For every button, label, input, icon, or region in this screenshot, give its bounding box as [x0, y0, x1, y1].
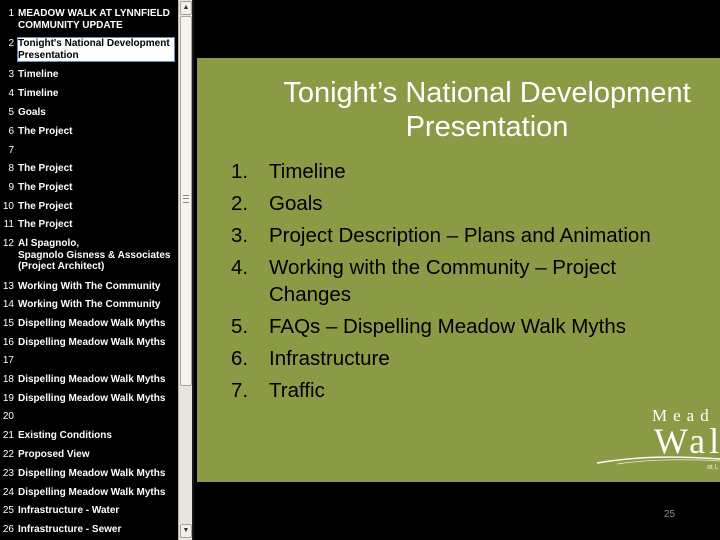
- grip-icon: [183, 195, 189, 203]
- outline-item-number: 11: [3, 219, 14, 230]
- outline-item-title: Timeline: [18, 69, 59, 80]
- agenda-item-text: Goals: [269, 192, 323, 215]
- outline-scrollbar[interactable]: ▲ ▼: [178, 0, 192, 540]
- outline-item-number: 16: [2, 337, 14, 348]
- outline-item-number: 3: [8, 69, 14, 80]
- agenda-item-number: 1.: [231, 160, 249, 183]
- scroll-thumb[interactable]: [180, 16, 192, 386]
- agenda-item-number: 7.: [231, 379, 249, 402]
- arrow-up-icon: ▲: [182, 4, 190, 11]
- outline-item-number: 10: [2, 201, 14, 212]
- outline-item-title: The Project: [18, 163, 73, 174]
- agenda-item-text: Infrastructure: [269, 347, 390, 370]
- outline-item-title: Goals: [18, 107, 46, 118]
- outline-item-title: Working With The Community: [18, 281, 161, 292]
- outline-item-number: 24: [2, 487, 14, 498]
- outline-item-title: Dispelling Meadow Walk Myths: [18, 337, 166, 348]
- slide-outline-pane: 1 MEADOW WALK AT LYNNFIELD COMMUNITY UPDA…: [0, 0, 178, 540]
- outline-item-number: 13: [2, 281, 14, 292]
- outline-item-title: Timeline: [18, 88, 59, 99]
- outline-item-number: 7: [8, 145, 14, 156]
- outline-item-title: Dispelling Meadow Walk Myths: [18, 318, 166, 329]
- outline-item-title: Infrastructure - Sewer: [18, 524, 122, 535]
- pane-divider[interactable]: [192, 0, 194, 540]
- slide-canvas: Tonight’s National Development Presentat…: [197, 58, 720, 482]
- outline-item-title: Dispelling Meadow Walk Myths: [18, 393, 166, 404]
- agenda-item-text: Traffic: [269, 379, 325, 402]
- outline-item-number: 8: [8, 163, 14, 174]
- outline-item-number: 2: [8, 38, 14, 49]
- outline-item-title: Working With The Community: [18, 299, 161, 310]
- outline-item-number: 12: [2, 238, 14, 249]
- outline-item-title: Tonight's National Development Presentat…: [17, 37, 175, 62]
- agenda-item-text: Timeline: [269, 160, 346, 183]
- arrow-down-icon: ▼: [182, 527, 190, 534]
- outline-item-number: 20: [2, 411, 14, 422]
- scroll-up-button[interactable]: ▲: [180, 1, 192, 15]
- logo-swoosh-icon: [597, 456, 720, 465]
- outline-item-title: The Project: [18, 182, 73, 193]
- outline-item-title: Dispelling Meadow Walk Myths: [18, 374, 166, 385]
- outline-item-title: Existing Conditions: [18, 430, 112, 441]
- scroll-down-button[interactable]: ▼: [180, 524, 192, 538]
- slide-title: Tonight’s National Development Presentat…: [283, 77, 691, 143]
- outline-item-number: 9: [8, 182, 14, 193]
- outline-item-title: Infrastructure - Water: [18, 505, 120, 516]
- outline-item-title: The Project: [18, 126, 73, 137]
- page-number: 25: [664, 509, 676, 520]
- agenda-item-text: FAQs – Dispelling Meadow Walk Myths: [269, 315, 626, 338]
- outline-item-number: 6: [8, 126, 14, 137]
- outline-item-number: 5: [8, 107, 14, 118]
- outline-item-title: Dispelling Meadow Walk Myths: [18, 468, 166, 479]
- outline-item-number: 26: [2, 524, 14, 535]
- agenda-item-number: 4.: [231, 256, 249, 279]
- outline-item-number: 21: [2, 430, 14, 441]
- outline-item-number: 22: [2, 449, 14, 460]
- agenda-item-text: Project Description – Plans and Animatio…: [269, 224, 651, 247]
- outline-item-title: Al Spagnolo, Spagnolo Gisness & Associat…: [18, 238, 171, 272]
- agenda-item-number: 3.: [231, 224, 249, 247]
- outline-item-number: 14: [2, 299, 14, 310]
- outline-item-number: 1: [8, 8, 14, 19]
- agenda-item-number: 2.: [231, 192, 249, 215]
- outline-item-number: 15: [2, 318, 14, 329]
- outline-item-number: 25: [2, 505, 14, 516]
- outline-item-number: 4: [8, 88, 14, 99]
- outline-item-number: 23: [2, 468, 14, 479]
- outline-item-number: 18: [2, 374, 14, 385]
- agenda-item-text: Working with the Community – Project Cha…: [269, 256, 617, 306]
- outline-item-title: Dispelling Meadow Walk Myths: [18, 487, 166, 498]
- logo-text-bottom: at L: [707, 464, 719, 471]
- agenda-item-number: 6.: [231, 347, 249, 370]
- outline-item-title: The Project: [18, 201, 73, 212]
- outline-item-title: Proposed View: [18, 449, 90, 460]
- outline-item-number: 17: [2, 355, 14, 366]
- outline-item-number: 19: [2, 393, 14, 404]
- outline-item-title: The Project: [18, 219, 73, 230]
- meadow-walk-logo: Mead Wal at L: [597, 406, 720, 482]
- outline-item-title: MEADOW WALK AT LYNNFIELD COMMUNITY UPDAT…: [18, 8, 170, 31]
- agenda-item-number: 5.: [231, 315, 249, 338]
